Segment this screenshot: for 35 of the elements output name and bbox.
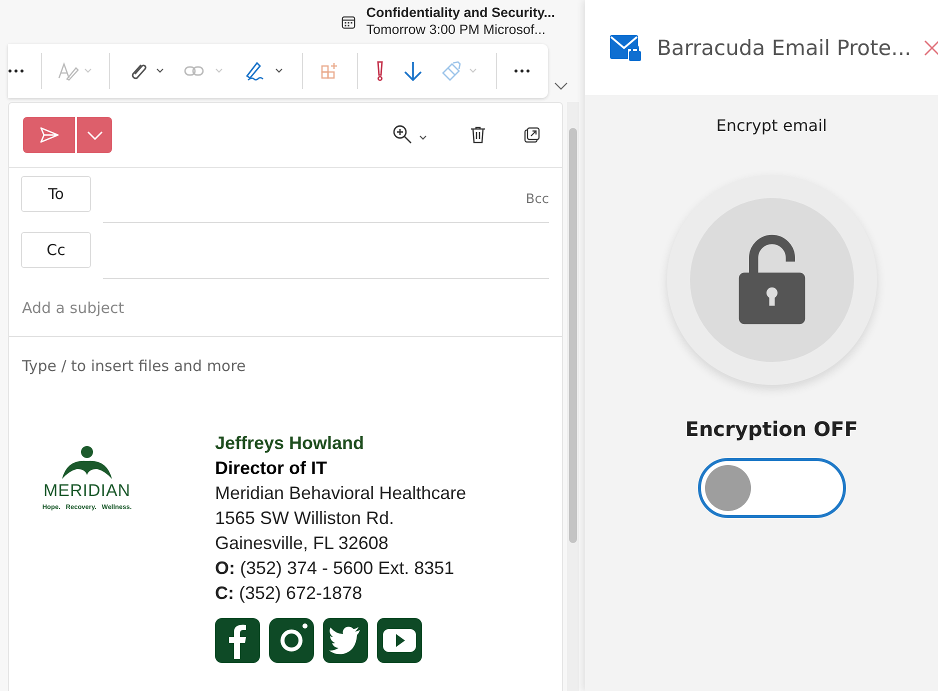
message-body-field[interactable]: Type / to insert files and more	[22, 357, 246, 375]
signature-line: Meridian Behavioral Healthcare	[215, 482, 466, 505]
instagram-icon[interactable]	[269, 618, 314, 663]
calendar-icon	[341, 14, 356, 30]
logo-name: MERIDIAN	[43, 481, 131, 501]
encryption-status: Encryption OFF	[685, 417, 858, 441]
facebook-icon[interactable]	[215, 618, 260, 663]
signature-title: Director of IT	[215, 457, 328, 480]
signature-line: Gainesville, FL 32608	[215, 532, 388, 555]
add-in-title: Barracuda Email Prote...	[657, 36, 912, 60]
to-button[interactable]: To	[21, 176, 91, 212]
meeting-title[interactable]: Confidentiality and Security...	[366, 4, 555, 21]
signature-name: Jeffreys Howland	[215, 432, 364, 455]
send-options-button[interactable]	[77, 117, 112, 153]
twitter-icon[interactable]	[323, 618, 368, 663]
send-icon	[39, 127, 59, 143]
signature-line: O: (352) 374 - 5600 Ext. 8351	[215, 557, 454, 580]
section-heading: Encrypt email	[716, 116, 827, 135]
more-icon[interactable]	[8, 69, 24, 73]
signature-line: 1565 SW Williston Rd.	[215, 507, 394, 530]
down-arrow-icon[interactable]	[403, 60, 424, 82]
trash-icon[interactable]	[470, 126, 486, 144]
mail-lock-icon	[608, 32, 644, 62]
close-icon[interactable]	[924, 40, 938, 56]
scrollbar[interactable]	[567, 102, 579, 691]
chevron-down-icon[interactable]	[554, 82, 568, 90]
youtube-icon[interactable]	[377, 618, 422, 663]
signature-line: C: (352) 672-1878	[215, 582, 362, 605]
pop-out-icon[interactable]	[524, 127, 540, 143]
more-icon[interactable]	[514, 69, 530, 73]
cc-button[interactable]: Cc	[21, 232, 91, 268]
send-button[interactable]	[23, 117, 75, 153]
chevron-down-icon	[86, 130, 102, 140]
meeting-time: Tomorrow 3:00 PM Microsof...	[366, 21, 547, 38]
bcc-link[interactable]: Bcc	[526, 192, 549, 206]
